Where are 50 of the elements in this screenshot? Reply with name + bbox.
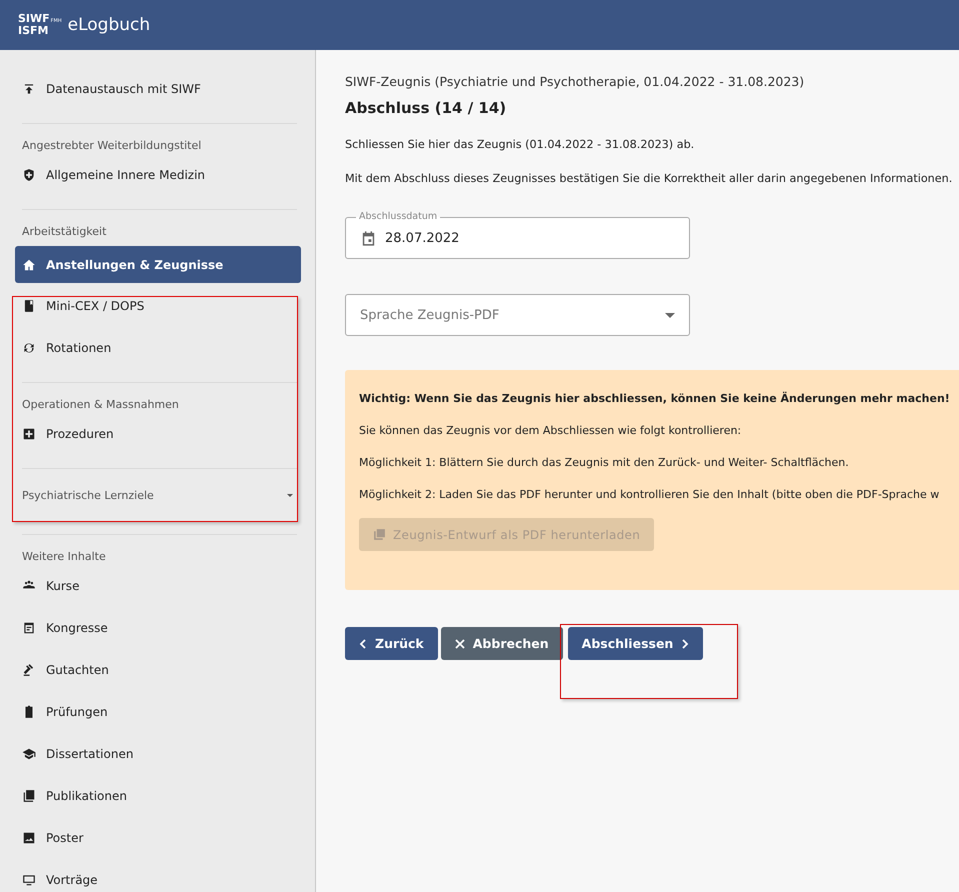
section-heading: Arbeitstätigkeit: [21, 224, 108, 240]
warning-text: Wichtig: Wenn Sie das Zeugnis hier abschliessen, können Sie keine Änderungen mehr machen!: [359, 392, 951, 406]
language-select[interactable]: Sprache Zeugnis-PDF: [345, 294, 690, 336]
notice-text: Möglichkeit 1: Blättern Sie durch das Zeugnis mit den Zurück- und Weiter- Schaltflächen.: [359, 456, 850, 470]
sidebar-item[interactable]: Kurse: [0, 565, 315, 607]
sidebar-item[interactable]: Prozeduren: [0, 413, 315, 455]
page-title: Abschluss (14 / 14): [345, 98, 508, 118]
sidebar-item[interactable]: Datenaustausch mit SIWF: [0, 68, 315, 110]
back-button[interactable]: Zurück: [345, 627, 438, 660]
upload-icon: [22, 82, 36, 96]
calendar-icon: [360, 230, 377, 246]
collapsible-section-header[interactable]: Psychiatrische Lernziele: [0, 469, 315, 521]
dropdown-icon: [665, 312, 675, 318]
book-icon: [22, 299, 36, 313]
stacked-pages-icon: [22, 789, 36, 803]
notice-text: Möglichkeit 2: Laden Sie das PDF herunter und kontrollieren Sie den Inhalt (bitte oben die PDF-Sprache w: [359, 488, 940, 502]
section-heading: Weitere Inhalte: [21, 549, 107, 565]
section-heading: Operationen & Massnahmen: [21, 397, 180, 413]
sidebar-item[interactable]: Poster: [0, 817, 315, 859]
notice-text: Sie können das Zeugnis vor dem Abschliessen wie folgt kontrollieren:: [359, 424, 742, 438]
sidebar-item[interactable]: Rotationen: [0, 327, 315, 369]
next-button[interactable]: Abschliessen: [568, 627, 704, 660]
sidebar-item[interactable]: Allgemeine Innere Medizin: [0, 154, 315, 196]
monitor-icon: [22, 873, 36, 887]
chevron-left-icon: [359, 638, 367, 648]
rotate-icon: [22, 341, 36, 355]
sidebar-item[interactable]: Prüfungen: [0, 691, 315, 733]
sidebar-item[interactable]: Kongresse: [0, 607, 315, 649]
calendar-note-icon: [22, 621, 36, 635]
sidebar-item[interactable]: Gutachten: [0, 649, 315, 691]
section-heading: Angestrebter Weiterbildungstitel: [21, 138, 202, 154]
sidebar-item[interactable]: Vorträge: [0, 859, 315, 892]
sidebar-item[interactable]: Anstellungen & Zeugnisse: [15, 246, 301, 283]
graduation-cap-icon: [22, 747, 36, 761]
sidebar-item[interactable]: Publikationen: [0, 775, 315, 817]
house-icon: [22, 258, 36, 272]
paragraph: Mit dem Abschluss dieses Zeugnisses bestätigen Sie die Korrektheit aller darin angegebenen Informationen.: [345, 172, 954, 186]
sidebar-item[interactable]: Mini-CEX / DOPS: [0, 285, 315, 327]
caret-icon: [287, 494, 293, 496]
shield-cross-icon: [22, 168, 36, 182]
pdf-document-icon: [373, 528, 386, 541]
gavel-icon: [22, 663, 36, 677]
cancel-button[interactable]: Abbrechen: [440, 627, 563, 660]
image-icon: [22, 831, 36, 845]
paragraph: Schliessen Sie hier das Zeugnis (01.04.2022 - 31.08.2023) ab.: [345, 138, 696, 152]
sidebar-item[interactable]: Dissertationen: [0, 733, 315, 775]
app-name: eLogbuch: [68, 15, 150, 35]
chevron-right-icon: [681, 638, 690, 648]
close-icon: [454, 638, 465, 648]
breadcrumb: SIWF-Zeugnis (Psychiatrie und Psychotherapie, 01.04.2022 - 31.08.2023): [345, 73, 806, 91]
